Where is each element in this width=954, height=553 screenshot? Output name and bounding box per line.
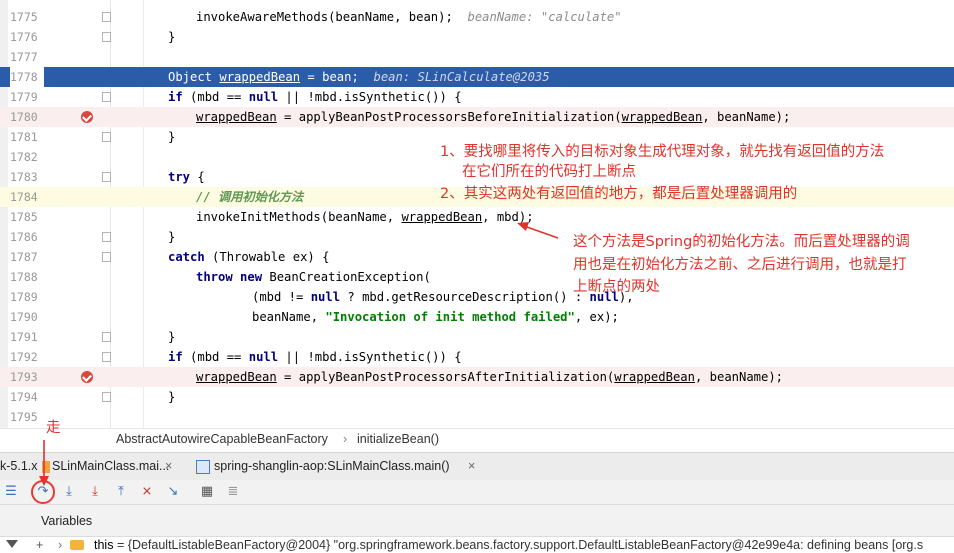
breadcrumb-method[interactable]: initializeBean() <box>357 432 439 446</box>
annotation-arrow-walk <box>39 440 49 486</box>
filter-icon[interactable] <box>6 540 18 548</box>
code-editor[interactable]: 1775 invokeAwareMethods(beanName, bean);… <box>0 0 954 428</box>
drop-frame-icon[interactable]: ⨯ <box>138 483 156 501</box>
annotation-arrow-init <box>517 222 559 239</box>
force-step-into-icon[interactable]: ⤓ <box>86 483 104 501</box>
close-icon[interactable]: × <box>468 459 475 473</box>
breadcrumb-separator-icon: › <box>343 432 348 446</box>
close-icon[interactable]: × <box>165 459 172 473</box>
evaluate-expression-icon[interactable]: ▦ <box>198 483 216 501</box>
add-watch-icon[interactable]: + <box>36 538 43 552</box>
breadcrumb: 走 AbstractAutowireCapableBeanFactory › i… <box>0 420 954 453</box>
run-config-icon <box>196 460 210 474</box>
variable-row-this[interactable]: + › this = {DefaultListableBeanFactory@2… <box>0 536 954 553</box>
variable-value: = {DefaultListableBeanFactory@2004} "org… <box>117 538 924 552</box>
breadcrumb-class[interactable]: AbstractAutowireCapableBeanFactory <box>116 432 328 446</box>
field-icon <box>70 540 84 550</box>
variables-title: Variables <box>41 514 93 528</box>
variable-name: this <box>94 538 114 552</box>
debug-session-tabs: k-5.1.x SLinMainClass.mai... × spring-sh… <box>0 452 954 482</box>
trace-stream-icon[interactable]: ≣ <box>224 483 242 501</box>
variables-panel-header: Variables <box>0 504 954 537</box>
tab-spring-shanglin-aop[interactable]: spring-shanglin-aop:SLinMainClass.main() <box>214 459 450 473</box>
debug-toolbar: ☰ ↷ ⤓ ⤓ ⤒ ⨯ ↘ ▦ ≣ <box>0 480 954 504</box>
step-out-icon[interactable]: ⤒ <box>112 483 130 501</box>
expand-arrow-icon[interactable]: › <box>58 538 62 552</box>
run-to-cursor-icon[interactable]: ↘ <box>164 483 182 501</box>
